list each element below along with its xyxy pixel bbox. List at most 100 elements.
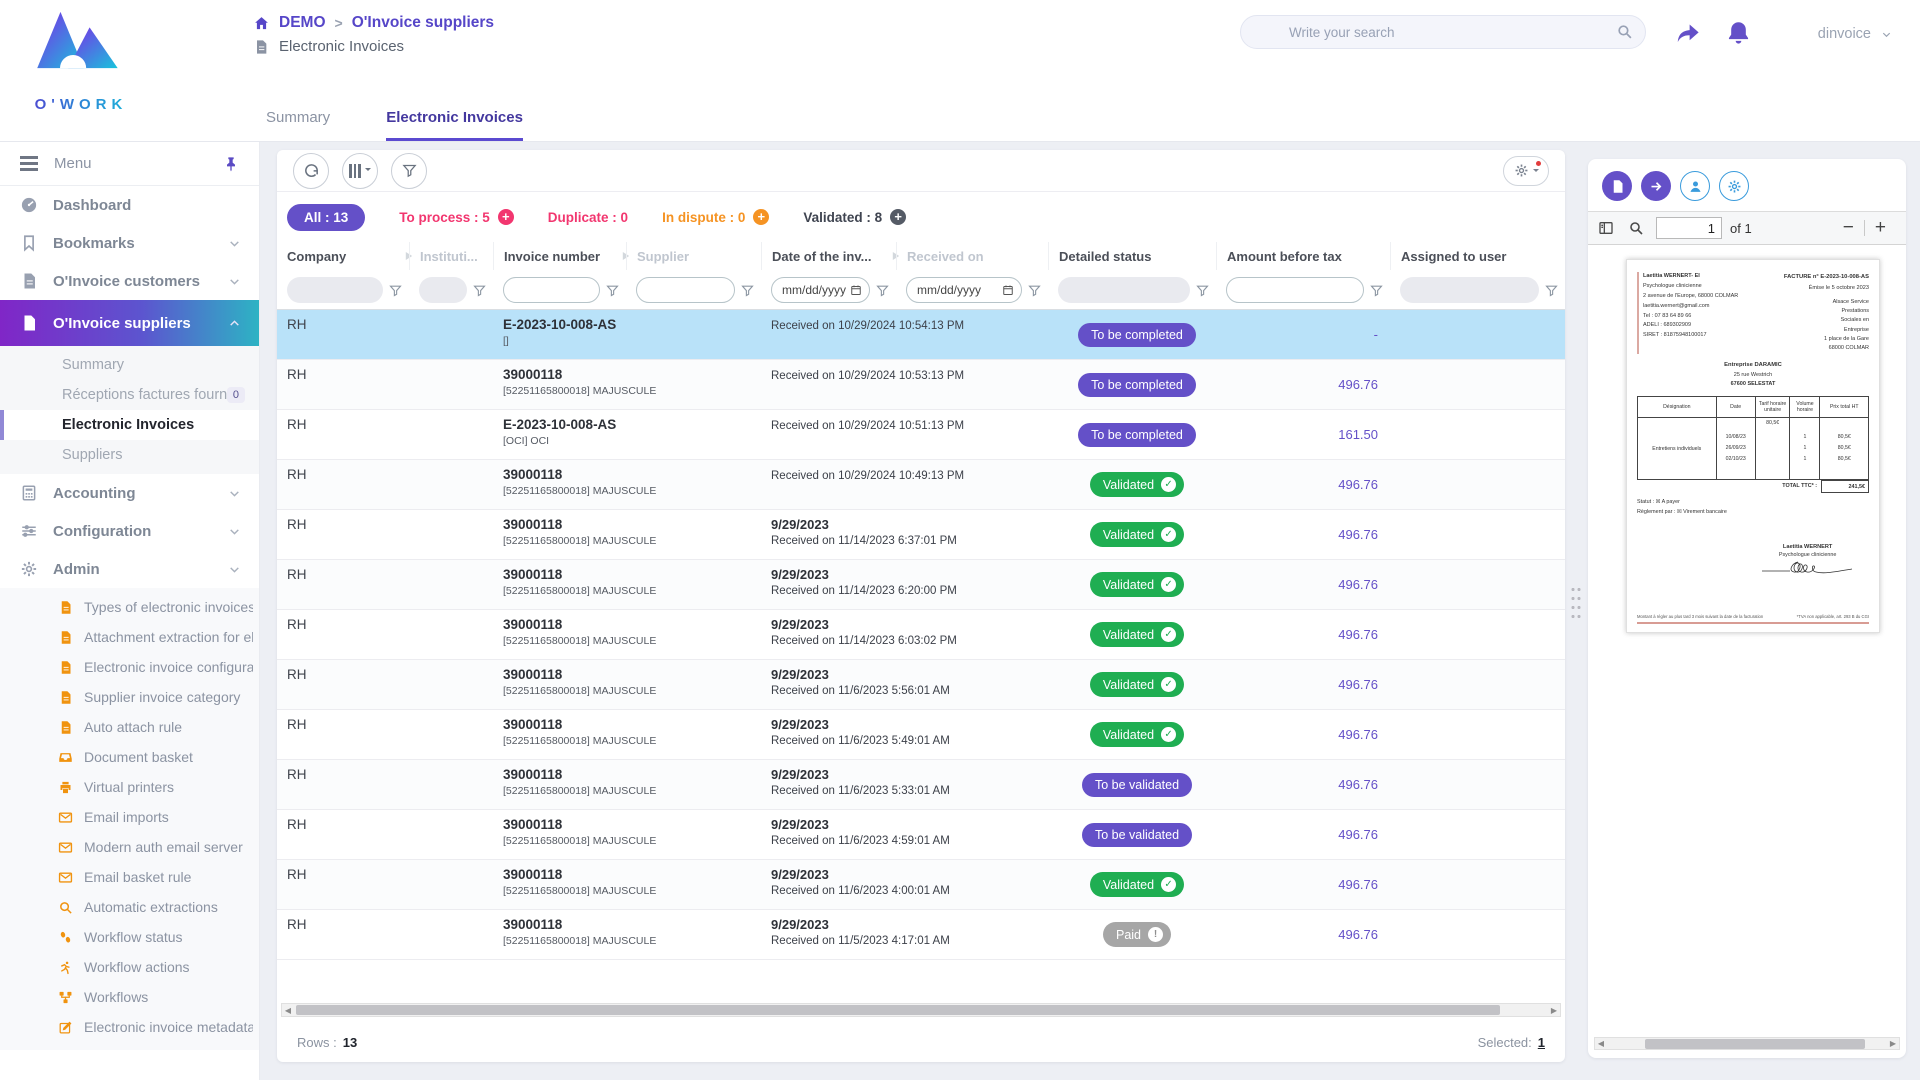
plus-circle-icon[interactable]: + [890, 209, 906, 225]
page-number-input[interactable] [1656, 217, 1722, 239]
magnifier-icon[interactable] [1628, 220, 1644, 236]
status-badge[interactable]: To be validated [1082, 823, 1192, 847]
sidebar-item-o-invoice-suppliers[interactable]: O'Invoice suppliers [0, 300, 259, 346]
filter-funnel-button[interactable] [1544, 282, 1559, 297]
status-badge[interactable]: To be completed [1078, 373, 1196, 397]
scrollbar-thumb[interactable] [1645, 1039, 1865, 1049]
column-header-assigned-to-user[interactable]: Assigned to user [1390, 242, 1565, 270]
breadcrumb-home[interactable]: DEMO [279, 14, 326, 32]
filter-input-disabled[interactable] [1400, 277, 1539, 303]
share-icon[interactable] [1675, 20, 1702, 47]
scrollbar-thumb[interactable] [296, 1005, 1500, 1015]
table-row[interactable]: RH39000118[52251165800018] MAJUSCULERece… [277, 360, 1565, 410]
table-row[interactable]: RH39000118[52251165800018] MAJUSCULE9/29… [277, 810, 1565, 860]
sidebar-subitem-workflows[interactable]: Workflows [0, 982, 259, 1012]
filter-funnel-button[interactable] [1027, 282, 1042, 297]
sidebar-subitem-workflow-actions[interactable]: Workflow actions [0, 952, 259, 982]
filter-funnel-button[interactable] [605, 282, 620, 297]
scrollbar-track[interactable] [294, 1004, 1548, 1016]
status-badge[interactable]: Validated✓ [1090, 622, 1184, 647]
scroll-right-arrow[interactable]: ▶ [1548, 1004, 1560, 1016]
tab-summary[interactable]: Summary [266, 109, 330, 141]
sidebar-subitem-supplier-invoice-category[interactable]: Supplier invoice category [0, 682, 259, 712]
cell-amount-before-tax[interactable]: 496.76 [1216, 810, 1390, 859]
tab-electronic-invoices[interactable]: Electronic Invoices [386, 109, 523, 141]
pin-icon[interactable] [223, 156, 239, 172]
cell-amount-before-tax[interactable]: 496.76 [1216, 710, 1390, 759]
filter-tab-in-dispute-0[interactable]: In dispute : 0+ [662, 209, 769, 225]
bell-icon[interactable] [1725, 20, 1752, 47]
sidebar-subitem-workflow-status[interactable]: Workflow status [0, 922, 259, 952]
table-row[interactable]: RH39000118[52251165800018] MAJUSCULERece… [277, 460, 1565, 510]
hamburger-icon[interactable] [20, 162, 38, 164]
status-badge[interactable]: To be completed [1078, 323, 1196, 347]
sidebar-subitem-virtual-printers[interactable]: Virtual printers [0, 772, 259, 802]
status-badge[interactable]: To be completed [1078, 423, 1196, 447]
status-badge[interactable]: Validated✓ [1090, 472, 1184, 497]
filter-funnel-button[interactable] [388, 282, 403, 297]
sidebar-subitem-email-imports[interactable]: Email imports [0, 802, 259, 832]
status-badge[interactable]: To be validated [1082, 773, 1192, 797]
sidebar-subitem-types-of-electronic-invoices[interactable]: Types of electronic invoices [0, 592, 259, 622]
filter-tab-to-process-5[interactable]: To process : 5+ [399, 209, 514, 225]
filter-funnel-button[interactable] [1369, 282, 1384, 297]
app-logo[interactable]: O'WORK [16, 8, 136, 118]
sidebar-subitem-electronic-invoice-metadata[interactable]: Electronic invoice metadata [0, 1012, 259, 1042]
filter-funnel-button[interactable] [875, 282, 890, 297]
sidebar-subitem-automatic-extractions[interactable]: Automatic extractions [0, 892, 259, 922]
assign-user-button[interactable] [1680, 171, 1710, 201]
sidebar-item-dashboard[interactable]: Dashboard [0, 186, 259, 224]
table-row[interactable]: RH39000118[52251165800018] MAJUSCULE9/29… [277, 510, 1565, 560]
cell-amount-before-tax[interactable]: 161.50 [1216, 410, 1390, 459]
sidebar-item-bookmarks[interactable]: Bookmarks [0, 224, 259, 262]
sidebar-item-configuration[interactable]: Configuration [0, 512, 259, 550]
sidebar-toggle-icon[interactable] [1598, 220, 1614, 236]
cell-amount-before-tax[interactable]: 496.76 [1216, 760, 1390, 809]
search-input[interactable] [1240, 15, 1646, 49]
home-icon[interactable] [253, 15, 270, 32]
table-row[interactable]: RH39000118[52251165800018] MAJUSCULE9/29… [277, 560, 1565, 610]
sidebar-item-admin[interactable]: Admin [0, 550, 259, 588]
filter-input-disabled[interactable] [1058, 277, 1190, 303]
scrollbar-track[interactable] [1607, 1038, 1887, 1049]
scroll-left-arrow[interactable]: ◀ [282, 1004, 294, 1016]
date-filter-input[interactable]: mm/dd/yyyy [906, 277, 1022, 303]
zoom-out-button[interactable]: − [1833, 217, 1864, 239]
plus-circle-icon[interactable]: + [753, 209, 769, 225]
table-row[interactable]: RH39000118[52251165800018] MAJUSCULE9/29… [277, 860, 1565, 910]
column-header-received-on[interactable]: Received on [896, 242, 1048, 270]
sidebar-item-o-invoice-customers[interactable]: O'Invoice customers [0, 262, 259, 300]
column-header-invoice-number[interactable]: Invoice number [493, 242, 626, 270]
filter-tab-all-13[interactable]: All : 13 [287, 204, 365, 231]
filter-tab-validated-8[interactable]: Validated : 8+ [803, 209, 906, 225]
search-icon[interactable] [1616, 23, 1633, 40]
table-settings-button[interactable] [1503, 156, 1549, 186]
scroll-right-arrow[interactable]: ▶ [1887, 1038, 1899, 1049]
scroll-left-arrow[interactable]: ◀ [1595, 1038, 1607, 1049]
column-header-instituti[interactable]: Instituti... [409, 242, 493, 270]
filter-text-input[interactable] [1226, 277, 1364, 303]
pdf-page[interactable]: Laetitia WERNERT- EIPsychologue clinicie… [1626, 259, 1880, 633]
preview-horizontal-scrollbar[interactable]: ◀ ▶ [1594, 1037, 1900, 1050]
status-badge[interactable]: Validated✓ [1090, 522, 1184, 547]
cell-amount-before-tax[interactable]: 496.76 [1216, 610, 1390, 659]
table-row[interactable]: RH39000118[52251165800018] MAJUSCULE9/29… [277, 660, 1565, 710]
breadcrumb-section[interactable]: O'Invoice suppliers [352, 14, 494, 32]
sidebar-subitem-auto-attach-rule[interactable]: Auto attach rule [0, 712, 259, 742]
filter-button[interactable] [391, 153, 427, 189]
cell-amount-before-tax[interactable]: 496.76 [1216, 510, 1390, 559]
open-invoice-button[interactable] [1641, 171, 1671, 201]
sidebar-subitem-modern-auth-email-server[interactable]: Modern auth email server [0, 832, 259, 862]
column-header-supplier[interactable]: Supplier [626, 242, 761, 270]
sidebar-subitem-suppliers[interactable]: Suppliers [0, 440, 259, 470]
panel-resize-handle[interactable] [1570, 585, 1582, 621]
table-row[interactable]: RH39000118[52251165800018] MAJUSCULE9/29… [277, 710, 1565, 760]
sidebar-subitem-r-ceptions-factures-fournisseurs[interactable]: Réceptions factures fournisseurs0 [0, 380, 259, 410]
cell-amount-before-tax[interactable]: 496.76 [1216, 360, 1390, 409]
filter-text-input[interactable] [503, 277, 600, 303]
refresh-button[interactable] [293, 153, 329, 189]
status-badge[interactable]: Validated✓ [1090, 722, 1184, 747]
cell-amount-before-tax[interactable]: 496.76 [1216, 560, 1390, 609]
cell-amount-before-tax[interactable]: 496.76 [1216, 460, 1390, 509]
table-row[interactable]: RHE-2023-10-008-AS[OCI] OCIReceived on 1… [277, 410, 1565, 460]
